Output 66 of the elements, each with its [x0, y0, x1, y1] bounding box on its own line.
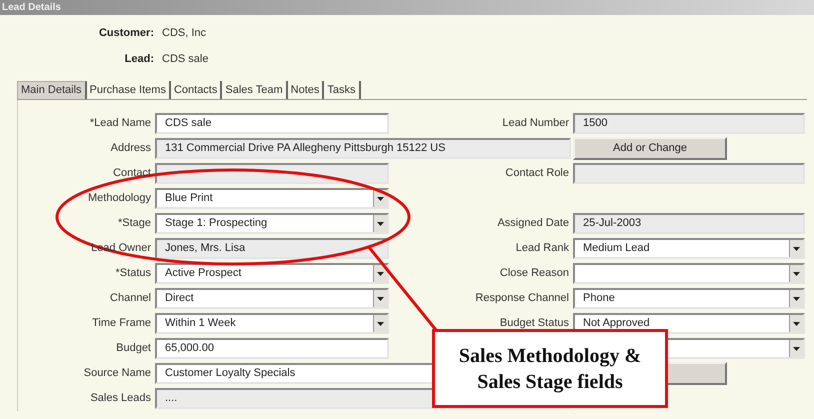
callout-tooltip: Sales Methodology & Sales Stage fields — [432, 329, 668, 408]
field-label: *Lead Name — [90, 116, 151, 132]
dropdown-arrow-button[interactable] — [373, 315, 387, 332]
header-label: Lead: — [124, 52, 154, 66]
header-label: Customer: — [98, 26, 154, 41]
input-field[interactable]: 1500 — [573, 113, 805, 134]
caret-icon — [377, 222, 384, 226]
field-label: Budget Status — [500, 316, 569, 332]
dropdown-arrow-button[interactable] — [373, 290, 387, 307]
dropdown-arrow-button[interactable] — [789, 265, 803, 282]
dropdown-arrow-button[interactable] — [789, 290, 803, 307]
dropdown-arrow-button[interactable] — [373, 265, 387, 282]
tab[interactable]: Contacts — [170, 81, 222, 99]
add-change-button[interactable]: Add or Change — [573, 137, 727, 160]
tab[interactable]: Main Details — [17, 81, 87, 99]
dropdown-arrow-button[interactable] — [789, 340, 803, 357]
field-label: Methodology — [88, 191, 151, 206]
field-label: Source Name — [84, 366, 151, 382]
tab[interactable]: Notes — [288, 81, 324, 99]
title-bar: Lead Details — [0, 0, 814, 15]
dropdown-arrow-button[interactable] — [789, 240, 803, 257]
input-field[interactable]: Jones, Mrs. Lisa — [155, 238, 389, 259]
caret-icon — [377, 322, 384, 326]
dropdown-field[interactable]: Phone — [573, 288, 805, 309]
caret-icon — [793, 272, 800, 276]
caret-icon — [377, 296, 384, 300]
caret-icon — [793, 322, 800, 326]
tab[interactable]: Tasks — [324, 81, 361, 99]
field-label: Response Channel — [475, 291, 569, 306]
dropdown-field[interactable]: Active Prospect — [155, 263, 389, 284]
dropdown-field[interactable]: Stage 1: Prospecting — [155, 213, 389, 234]
dropdown-field[interactable]: Blue Print — [155, 188, 389, 209]
dropdown-arrow-button[interactable] — [789, 315, 803, 332]
caret-icon — [793, 346, 800, 350]
field-label: *Status — [116, 266, 151, 282]
caret-icon — [377, 272, 384, 276]
field-label: Lead Number — [502, 116, 569, 132]
field-label: Contact Role — [505, 166, 569, 182]
input-field[interactable]: 131 Commercial Drive PA Allegheny Pittsburgh 15122 US — [155, 138, 571, 159]
dropdown-field[interactable]: Direct — [155, 288, 389, 309]
field-label: *Stage — [118, 216, 151, 232]
input-field[interactable]: 65,000.00 — [155, 338, 389, 359]
caret-icon — [793, 246, 800, 250]
dropdown-field[interactable]: Medium Lead — [573, 238, 805, 259]
field-label: Contact — [113, 166, 151, 182]
field-label: Budget — [116, 341, 151, 356]
tab[interactable]: Purchase Items — [86, 81, 171, 99]
field-label: Assigned Date — [497, 216, 569, 232]
field-label: Close Reason — [500, 266, 569, 282]
dropdown-field[interactable]: Not Approved — [573, 313, 805, 334]
field-label: Sales Leads — [90, 391, 151, 406]
caret-icon — [793, 296, 800, 300]
input-field[interactable] — [573, 163, 805, 184]
field-label: Address — [110, 141, 151, 156]
header-value: CDS sale — [162, 52, 208, 66]
dropdown-arrow-button[interactable] — [373, 215, 387, 232]
input-field[interactable]: CDS sale — [155, 113, 389, 134]
field-label: Channel — [110, 291, 151, 306]
input-field[interactable]: 25-Jul-2003 — [573, 213, 805, 234]
dropdown-field[interactable] — [573, 263, 805, 284]
tab[interactable]: Sales Team — [222, 81, 288, 99]
field-label: Lead Rank — [516, 241, 569, 256]
header-value: CDS, Inc — [162, 26, 206, 41]
caret-icon — [377, 196, 384, 200]
dropdown-field[interactable]: Within 1 Week — [155, 313, 389, 334]
field-label: Time Frame — [92, 316, 151, 332]
